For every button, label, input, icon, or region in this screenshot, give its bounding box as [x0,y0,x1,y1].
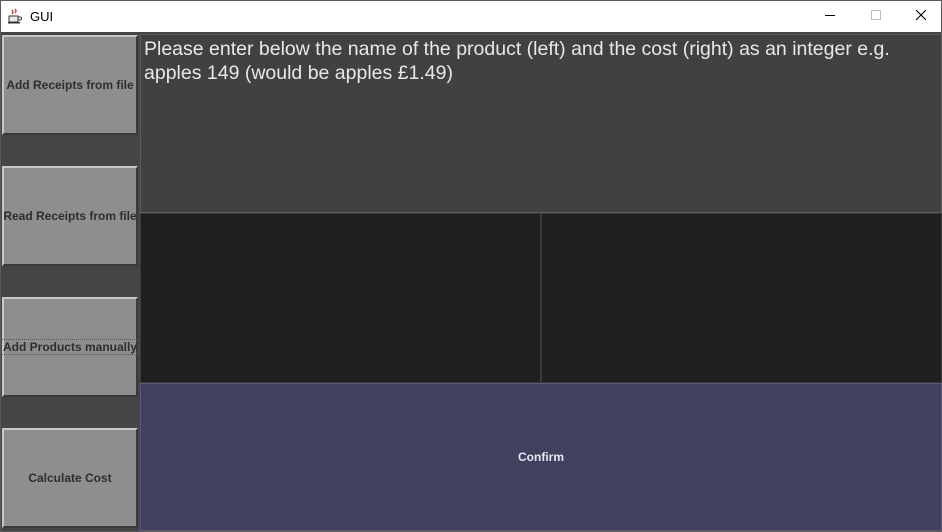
sidebar: Add Receipts from file Read Receipts fro… [0,32,140,531]
instructions-text: Please enter below the name of the produ… [140,34,942,213]
button-label: Read Receipts from file [3,209,137,223]
content-area: Add Receipts from file Read Receipts fro… [0,32,942,531]
title-bar[interactable]: GUI [1,1,941,32]
button-label: Add Products manually [0,339,140,355]
minimize-icon [824,8,836,26]
maximize-button[interactable] [853,1,899,32]
close-button[interactable] [898,1,942,32]
maximize-icon [870,8,882,26]
product-name-field[interactable] [140,213,541,383]
minimize-button[interactable] [807,1,853,32]
java-cup-icon [7,8,23,24]
button-label: Calculate Cost [28,471,112,485]
add-products-manually-button[interactable]: Add Products manually [0,297,140,397]
product-cost-field[interactable] [541,213,942,383]
confirm-button[interactable]: Confirm [140,383,942,531]
calculate-cost-button[interactable]: Calculate Cost [2,428,138,528]
window-title: GUI [30,9,54,24]
confirm-label: Confirm [518,450,564,464]
close-icon [915,8,927,26]
add-receipts-from-file-button[interactable]: Add Receipts from file [2,35,138,135]
read-receipts-from-file-button[interactable]: Read Receipts from file [2,166,138,266]
app-window: GUI Add Receipts from file Read Receipts… [0,0,942,532]
button-label: Add Receipts from file [6,78,134,92]
